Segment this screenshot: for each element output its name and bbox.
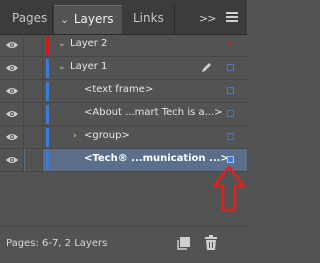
object-select-square[interactable]	[227, 133, 234, 140]
tab-pages[interactable]: Pages	[0, 5, 53, 34]
layer-color-bar	[46, 36, 49, 55]
layer-color-bar	[46, 82, 49, 101]
status-text: Pages: 6-7, 2 Layers	[6, 238, 108, 249]
layer-select-square[interactable]	[227, 64, 234, 71]
layer-name[interactable]: Layer 2	[70, 38, 107, 49]
visibility-toggle[interactable]	[0, 149, 24, 171]
object-select-square[interactable]	[227, 156, 234, 163]
object-name[interactable]: <group>	[84, 130, 130, 141]
eye-icon	[6, 42, 18, 48]
eye-icon	[6, 111, 18, 117]
lock-toggle[interactable]	[25, 103, 43, 125]
chevron-down-icon[interactable]: ⌄	[58, 39, 66, 49]
visibility-toggle[interactable]	[0, 57, 24, 79]
layer-color-bar	[46, 128, 49, 147]
eye-icon	[6, 88, 18, 94]
chevron-right-icon[interactable]: ›	[73, 131, 77, 141]
lock-toggle[interactable]	[25, 149, 43, 171]
visibility-toggle[interactable]	[0, 80, 24, 102]
panel-tab-bar: Pages ⌄ Layers Links >>	[0, 0, 247, 35]
layer-row-layer-2[interactable]: ⌄ Layer 2	[0, 34, 247, 57]
pen-icon	[202, 63, 211, 72]
layer-row-layer-1[interactable]: ⌄ Layer 1	[0, 57, 247, 80]
layer-color-bar	[46, 151, 49, 170]
layer-name[interactable]: Layer 1	[70, 61, 107, 72]
object-select-square[interactable]	[227, 110, 234, 117]
visibility-toggle[interactable]	[0, 103, 24, 125]
object-name[interactable]: <Tech® ...munication ...>	[84, 153, 229, 164]
lock-toggle[interactable]	[25, 126, 43, 148]
visibility-toggle[interactable]	[0, 126, 24, 148]
annotation-arrow-icon	[212, 165, 246, 212]
object-name[interactable]: <About ...mart Tech is a...>	[84, 107, 223, 118]
more-panels-button[interactable]: >>	[199, 12, 216, 25]
layer-color-bar	[46, 59, 49, 78]
eye-icon	[6, 134, 18, 140]
visibility-toggle[interactable]	[0, 34, 24, 56]
new-layer-icon[interactable]	[177, 236, 191, 250]
object-name[interactable]: <text frame>	[84, 84, 153, 95]
eye-icon	[6, 65, 18, 71]
panel-menu-icon[interactable]	[226, 12, 238, 23]
lock-toggle[interactable]	[25, 57, 43, 79]
chevron-down-icon[interactable]: ⌄	[58, 62, 66, 72]
lock-toggle[interactable]	[25, 34, 43, 56]
layer-select-square[interactable]	[227, 41, 234, 48]
layers-panel: Pages ⌄ Layers Links >> ⌄ Layer 2 ⌄ Laye…	[0, 0, 247, 262]
object-select-square[interactable]	[227, 87, 234, 94]
object-row-tech-selected[interactable]: <Tech® ...munication ...>	[0, 149, 247, 172]
tab-layers[interactable]: ⌄ Layers	[54, 5, 122, 34]
eye-icon	[6, 157, 18, 163]
lock-toggle[interactable]	[25, 80, 43, 102]
layer-color-bar	[46, 105, 49, 124]
tab-collapse-icon[interactable]: ⌄	[60, 6, 70, 33]
layers-list: ⌄ Layer 2 ⌄ Layer 1 <text frame> <About …	[0, 34, 247, 172]
trash-icon[interactable]	[204, 235, 218, 251]
object-row-group[interactable]: › <group>	[0, 126, 247, 149]
object-row-about[interactable]: <About ...mart Tech is a...>	[0, 103, 247, 126]
tab-links[interactable]: Links	[123, 5, 175, 34]
object-row-text-frame[interactable]: <text frame>	[0, 80, 247, 103]
tab-layers-label: Layers	[73, 12, 114, 26]
panel-footer: Pages: 6-7, 2 Layers	[0, 226, 247, 263]
